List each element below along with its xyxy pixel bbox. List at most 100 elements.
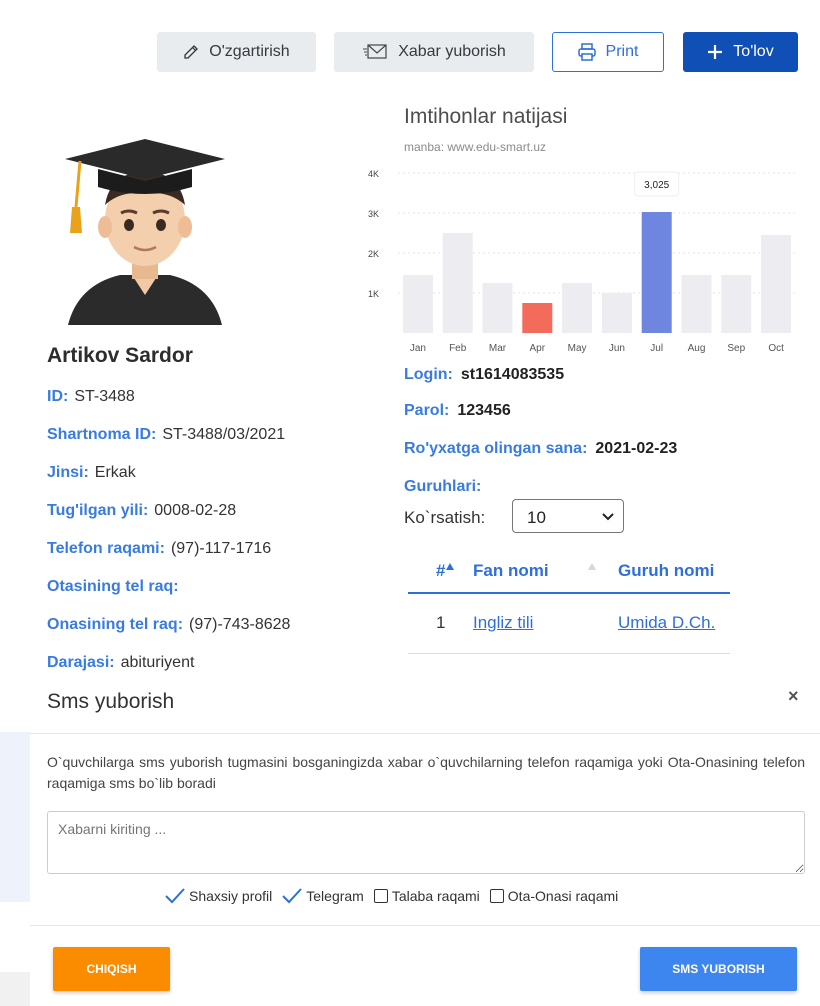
x-tick-label: Sep bbox=[727, 343, 745, 354]
login-value: st1614083535 bbox=[460, 366, 565, 383]
message-input[interactable] bbox=[47, 811, 805, 874]
option-label: Shaxsiy profil bbox=[189, 888, 273, 904]
column-header-number[interactable]: # bbox=[436, 561, 445, 581]
table-header: # Fan nomi Guruh nomi bbox=[408, 556, 730, 594]
column-header-subject[interactable]: Fan nomi bbox=[473, 561, 549, 581]
groups-label: Guruhlari: bbox=[404, 478, 482, 495]
checkmark-icon bbox=[282, 888, 303, 904]
plus-icon bbox=[708, 45, 723, 59]
chevron-down-icon bbox=[602, 513, 614, 521]
bar-mar[interactable] bbox=[482, 283, 513, 333]
column-header-group[interactable]: Guruh nomi bbox=[618, 561, 714, 581]
login-row: Login: st1614083535 bbox=[404, 366, 564, 384]
y-tick-label: 3K bbox=[368, 209, 379, 219]
payment-label: To'lov bbox=[733, 43, 774, 60]
modal-divider bbox=[30, 733, 820, 734]
registered-row: Ro'yxatga olingan sana: 2021-02-23 bbox=[404, 440, 677, 458]
modal-description: O`quvchilarga sms yuborish tugmasini bos… bbox=[47, 754, 805, 791]
tooltip-text: 3,025 bbox=[644, 180, 669, 191]
table-row: 1 Ingliz tili Umida D.Ch. bbox=[408, 596, 730, 654]
edit-label: O'zgartirish bbox=[209, 43, 290, 60]
x-tick-label: Jun bbox=[609, 343, 625, 354]
info-value: abituriyent bbox=[120, 654, 195, 671]
student-name: Artikov Sardor bbox=[47, 344, 193, 367]
send-sms-button[interactable]: SMS YUBORISH bbox=[640, 947, 797, 991]
bar-sep[interactable] bbox=[721, 275, 752, 333]
cell-number: 1 bbox=[436, 613, 446, 632]
checkbox[interactable] bbox=[373, 889, 388, 903]
option-personal-profile[interactable]: Shaxsiy profil bbox=[165, 888, 272, 904]
checkbox[interactable] bbox=[489, 889, 504, 903]
x-tick-label: Oct bbox=[768, 343, 784, 354]
page-size-select[interactable]: 10 bbox=[512, 499, 624, 533]
message-label: Xabar yuborish bbox=[398, 43, 506, 60]
pencil-icon bbox=[184, 45, 199, 59]
option-parent-phone[interactable]: Ota-Onasi raqami bbox=[489, 888, 619, 904]
registered-value: 2021-02-23 bbox=[595, 440, 678, 457]
bar-feb[interactable] bbox=[442, 233, 473, 333]
send-message-button[interactable]: Xabar yuborish bbox=[334, 32, 534, 72]
bar-jul[interactable] bbox=[641, 212, 672, 333]
info-row-level: Darajasi: abituriyent bbox=[47, 654, 194, 672]
password-value: 123456 bbox=[457, 402, 511, 419]
sort-icon bbox=[588, 563, 596, 570]
close-icon[interactable]: × bbox=[788, 686, 799, 707]
info-value: 0008-02-28 bbox=[154, 502, 237, 519]
printer-icon bbox=[577, 43, 596, 61]
info-label: Tug'ilgan yili: bbox=[47, 502, 149, 519]
backdrop-strip-bottom bbox=[0, 972, 30, 1006]
checkmark-icon bbox=[165, 888, 185, 904]
info-label: Shartnoma ID: bbox=[47, 426, 157, 443]
info-value: ST-3488/03/2021 bbox=[162, 426, 286, 443]
show-label: Ko`rsatish: bbox=[404, 508, 486, 527]
payment-button[interactable]: To'lov bbox=[683, 32, 798, 72]
info-label: Onasining tel raq: bbox=[47, 616, 184, 633]
y-tick-label: 1K bbox=[368, 289, 379, 299]
subject-link[interactable]: Ingliz tili bbox=[473, 613, 533, 632]
info-value: ST-3488 bbox=[74, 388, 135, 405]
bar-may[interactable] bbox=[562, 283, 593, 333]
envelope-icon bbox=[363, 44, 387, 59]
modal-footer-divider bbox=[30, 925, 820, 926]
y-tick-label: 4K bbox=[368, 169, 379, 179]
x-tick-label: Mar bbox=[489, 343, 507, 354]
x-tick-label: Apr bbox=[530, 343, 546, 354]
info-label: ID: bbox=[47, 388, 69, 405]
print-button[interactable]: Print bbox=[552, 32, 664, 72]
info-value: (97)-743-8628 bbox=[189, 616, 291, 633]
student-avatar bbox=[65, 139, 225, 325]
info-value: Erkak bbox=[94, 464, 136, 481]
bar-aug[interactable] bbox=[681, 275, 712, 333]
chart-subtitle: manba: www.edu-smart.uz bbox=[404, 140, 547, 154]
exit-button[interactable]: CHIQISH bbox=[53, 947, 170, 991]
info-row-gender: Jinsi: Erkak bbox=[47, 464, 136, 482]
chart-title: Imtihonlar natijasi bbox=[404, 105, 568, 128]
info-row-father-phone: Otasining tel raq: bbox=[47, 578, 185, 596]
option-label: Ota-Onasi raqami bbox=[507, 888, 619, 904]
info-label: Darajasi: bbox=[47, 654, 115, 671]
option-label: Telegram bbox=[306, 888, 364, 904]
password-label: Parol: bbox=[404, 402, 450, 419]
option-telegram[interactable]: Telegram bbox=[282, 888, 364, 904]
option-label: Talaba raqami bbox=[391, 888, 480, 904]
sort-asc-icon bbox=[446, 563, 454, 570]
bar-jun[interactable] bbox=[601, 293, 632, 333]
info-label: Telefon raqami: bbox=[47, 540, 165, 557]
info-value: (97)-117-1716 bbox=[170, 540, 272, 557]
group-link[interactable]: Umida D.Ch. bbox=[618, 613, 715, 632]
recipient-options: Shaxsiy profil Telegram Talaba raqami Ot… bbox=[165, 888, 618, 904]
info-row-id: ID: ST-3488 bbox=[47, 388, 135, 406]
login-label: Login: bbox=[404, 366, 453, 383]
registered-label: Ro'yxatga olingan sana: bbox=[404, 440, 588, 457]
bar-oct[interactable] bbox=[761, 235, 792, 333]
option-student-phone[interactable]: Talaba raqami bbox=[373, 888, 480, 904]
x-tick-label: Feb bbox=[449, 343, 467, 354]
info-row-contract-id: Shartnoma ID: ST-3488/03/2021 bbox=[47, 426, 285, 444]
x-tick-label: Aug bbox=[688, 343, 706, 354]
y-tick-label: 2K bbox=[368, 249, 379, 259]
bar-apr[interactable] bbox=[522, 303, 553, 333]
info-row-phone: Telefon raqami: (97)-117-1716 bbox=[47, 540, 271, 558]
print-label: Print bbox=[605, 43, 639, 60]
bar-jan[interactable] bbox=[402, 275, 433, 333]
edit-button[interactable]: O'zgartirish bbox=[157, 32, 316, 72]
